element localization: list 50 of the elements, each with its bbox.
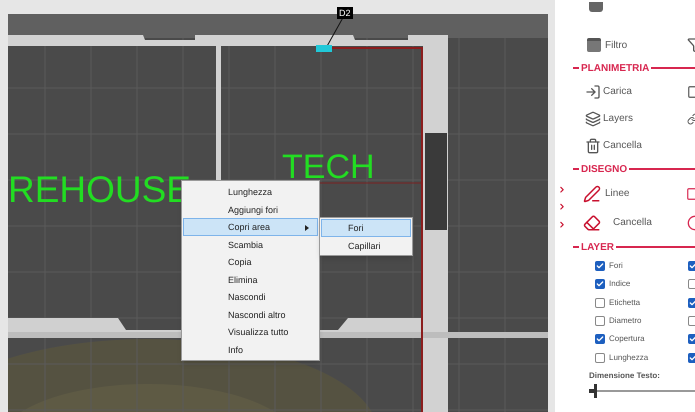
menu-item[interactable]: Lunghezza bbox=[183, 183, 318, 200]
eraser-icon[interactable] bbox=[583, 214, 601, 232]
section-title: PLANIMETRIA bbox=[581, 62, 650, 76]
menu-item[interactable]: Elimina bbox=[183, 270, 318, 288]
menu-item[interactable]: Fori bbox=[321, 219, 411, 236]
text-size-label: Dimensione Testo: bbox=[588, 370, 661, 382]
menu-item[interactable]: Info bbox=[183, 340, 318, 358]
checkbox[interactable] bbox=[688, 279, 695, 290]
layer-label: Etichetta bbox=[609, 296, 640, 309]
checkbox[interactable] bbox=[595, 261, 605, 272]
section-title: LAYER bbox=[581, 240, 614, 254]
checkbox[interactable] bbox=[688, 352, 695, 363]
slider-thumb[interactable] bbox=[594, 384, 598, 398]
slider[interactable] bbox=[589, 384, 695, 398]
tool-label[interactable]: Carica bbox=[603, 84, 632, 99]
load-icon[interactable] bbox=[585, 84, 601, 100]
checkbox[interactable] bbox=[595, 316, 605, 326]
checkbox[interactable] bbox=[688, 316, 695, 326]
checkbox[interactable] bbox=[688, 261, 695, 272]
layers-icon[interactable] bbox=[585, 110, 601, 126]
menu-item[interactable]: Copia bbox=[183, 253, 318, 270]
menu-item[interactable]: Aggiungi fori bbox=[183, 200, 318, 218]
tool-label[interactable]: Cancella bbox=[613, 215, 652, 230]
floor-label: TECH bbox=[282, 150, 375, 184]
trash-icon[interactable] bbox=[585, 138, 601, 154]
layer-label: Diametro bbox=[609, 315, 642, 328]
menu-item[interactable]: Capillari bbox=[321, 236, 411, 254]
menu-item[interactable]: Nascondi bbox=[183, 288, 318, 306]
checkbox[interactable] bbox=[688, 334, 695, 344]
layer-label: Copertura bbox=[609, 333, 645, 346]
tag-label: D2 bbox=[337, 7, 353, 19]
checkbox[interactable] bbox=[595, 298, 605, 308]
menu-item[interactable]: Scambia bbox=[183, 236, 318, 253]
layer-label: Lunghezza bbox=[609, 352, 648, 364]
menu-item[interactable]: Visualizza tutto bbox=[183, 323, 318, 340]
section-title: DISEGNO bbox=[581, 162, 628, 176]
tool-label[interactable]: Cancella bbox=[603, 138, 642, 153]
menu-item[interactable]: Copri area bbox=[183, 218, 318, 236]
layer-label: Indice bbox=[609, 278, 630, 290]
checkbox[interactable] bbox=[595, 352, 605, 363]
pen-icon[interactable] bbox=[583, 184, 601, 202]
menu-item[interactable]: Nascondi altro bbox=[183, 306, 318, 323]
tool-label[interactable]: Filtro bbox=[605, 38, 628, 52]
checkbox[interactable] bbox=[595, 334, 605, 344]
layer-label: Fori bbox=[609, 260, 623, 272]
tool-label[interactable]: Linee bbox=[605, 186, 630, 201]
tool-icon[interactable] bbox=[589, 2, 603, 12]
checkbox[interactable] bbox=[688, 298, 695, 308]
tool-label[interactable]: Layers bbox=[603, 111, 634, 126]
checkbox[interactable] bbox=[595, 279, 605, 290]
